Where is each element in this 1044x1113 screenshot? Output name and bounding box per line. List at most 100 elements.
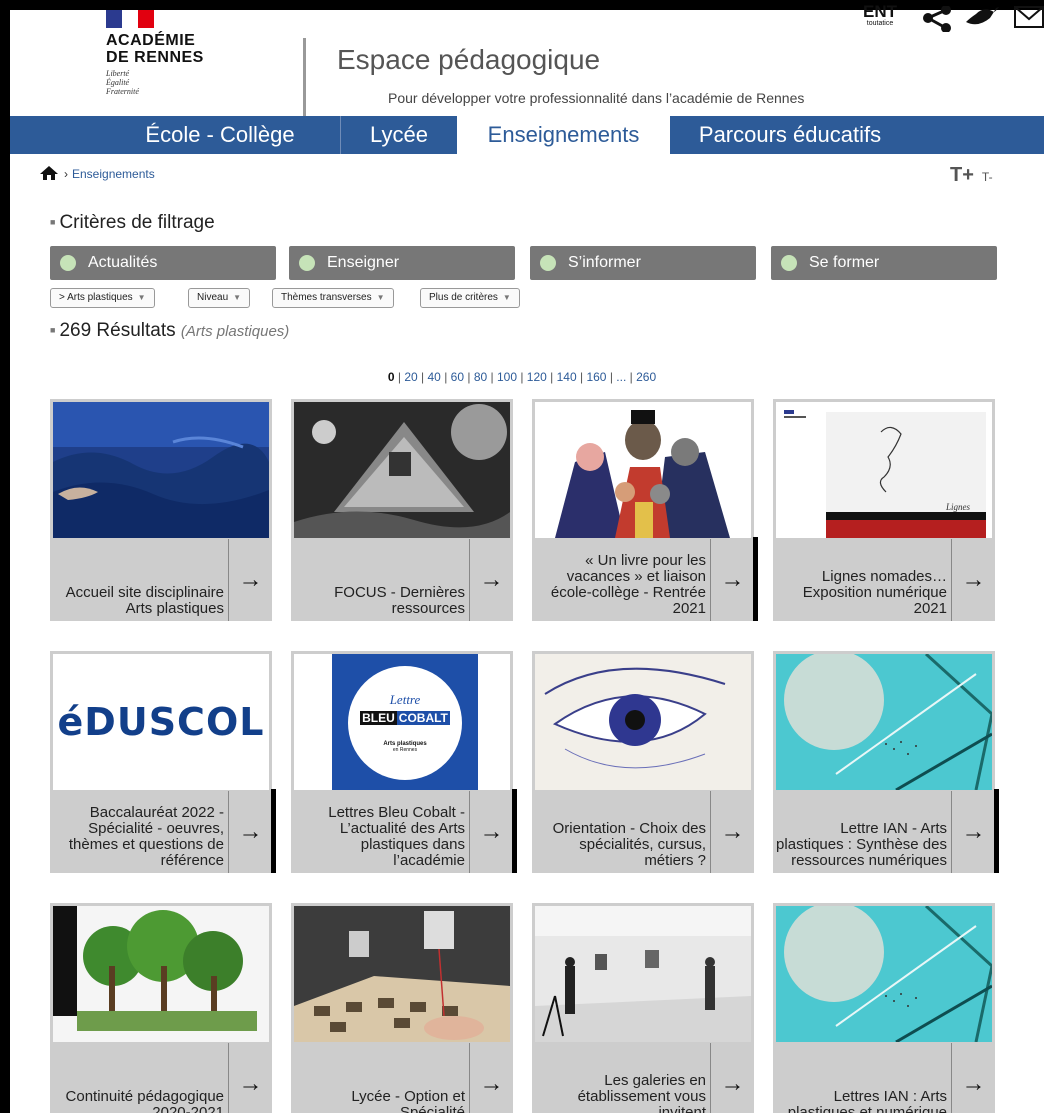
card-title: Lettres IAN : Arts plastiques et numériq… [787, 1088, 947, 1113]
nav-item-parcours-educatifs[interactable]: Parcours éducatifs [670, 116, 910, 154]
result-card[interactable]: Continuité pédagogique 2020-2021 → [50, 903, 272, 1113]
result-card[interactable]: Lettre IAN - Arts plastiques : Synthèse … [773, 651, 999, 873]
site-header: ACADÉMIE DE RENNES Liberté Égalité Frate… [10, 3, 1044, 116]
page-link[interactable]: 100 [497, 370, 517, 384]
card-title: Lycée - Option et Spécialité [351, 1088, 465, 1113]
card-title: Baccalauréat 2022 - Spécialité - oeuvres… [68, 804, 224, 869]
card-title: « Un livre pour les vacances » et liaiso… [550, 552, 706, 617]
page-ellipsis: ... [616, 370, 627, 384]
results-filter-tag: (Arts plastiques) [180, 323, 290, 340]
nav-item-enseignements[interactable]: Enseignements [457, 116, 670, 154]
nav-item-lycee[interactable]: Lycée [341, 116, 457, 154]
card-thumbnail: Lettre BLEU COBALT Arts plastiques en Ren… [294, 654, 510, 790]
arrow-right-icon[interactable]: → [228, 1043, 272, 1113]
page-link[interactable]: 40 [428, 370, 441, 384]
radio-dot-icon [60, 255, 76, 271]
arrow-right-icon[interactable]: → [951, 539, 995, 621]
nav-item-ecole-college[interactable]: École - Collège [100, 116, 340, 154]
results-heading: ■ 269 Résultats (Arts plastiques) [50, 320, 289, 342]
dropdown-caret-icon: ▼ [502, 293, 511, 302]
bleu-cobalt-logo: Lettre BLEU COBALT Arts plastiques en Ren… [348, 666, 462, 780]
card-thumbnail [535, 906, 751, 1042]
card-accent-bar [512, 789, 517, 873]
home-icon[interactable] [40, 166, 58, 181]
radio-dot-icon [781, 255, 797, 271]
arrow-right-icon[interactable]: → [469, 1043, 513, 1113]
criteria-themes-select[interactable]: Thèmes transverses ▼ [272, 288, 394, 308]
result-card[interactable]: Lettre BLEU COBALT Arts plastiques en Ren… [291, 651, 517, 873]
card-accent-bar [753, 537, 758, 621]
twitter-icon[interactable] [964, 6, 1000, 32]
result-card[interactable]: Lignes Lignes nomades… Exposition numéri… [773, 399, 995, 621]
card-thumbnail [294, 402, 510, 538]
criteria-more-select[interactable]: Plus de critères ▼ [420, 288, 520, 308]
share-icon[interactable] [922, 5, 952, 36]
page-link[interactable]: 20 [404, 370, 417, 384]
increase-text-size-button[interactable]: T+ [950, 164, 974, 186]
radio-dot-icon [540, 255, 556, 271]
result-card[interactable]: Lettres IAN : Arts plastiques et numériq… [773, 903, 995, 1113]
republic-motto: Liberté Égalité Fraternité [106, 69, 139, 96]
filter-se-former-button[interactable]: Se former [771, 246, 997, 280]
card-title: FOCUS - Dernières ressources [334, 584, 465, 617]
ent-label: ENT [863, 2, 897, 21]
arrow-right-icon[interactable]: → [951, 791, 995, 873]
card-title: Continuité pédagogique 2020-2021 [65, 1088, 224, 1113]
result-card[interactable]: FOCUS - Dernières ressources → [291, 399, 513, 621]
card-thumbnail [535, 402, 751, 538]
card-thumbnail: éDUSCOL [53, 654, 269, 790]
card-title: Les galeries en établissement vous invit… [577, 1072, 706, 1113]
page-link[interactable]: 140 [557, 370, 577, 384]
card-title: Accueil site disciplinaire Arts plastiqu… [65, 584, 224, 617]
filters-heading: ■ Critères de filtrage [50, 212, 215, 233]
page-link[interactable]: 60 [451, 370, 464, 384]
header-divider [303, 38, 306, 116]
site-subtitle: Pour développer votre professionnalité d… [388, 90, 805, 106]
decrease-text-size-button[interactable]: T- [982, 170, 993, 184]
academy-logo[interactable]: ACADÉMIE DE RENNES Liberté Égalité Frate… [106, 10, 256, 96]
page-link[interactable]: 80 [474, 370, 487, 384]
mail-icon[interactable] [1014, 6, 1044, 32]
arrow-right-icon[interactable]: → [228, 539, 272, 621]
result-card[interactable]: « Un livre pour les vacances » et liaiso… [532, 399, 758, 621]
card-accent-bar [271, 789, 276, 873]
dropdown-caret-icon: ▼ [137, 293, 146, 302]
filter-actualites-button[interactable]: Actualités [50, 246, 276, 280]
card-thumbnail [535, 654, 751, 790]
arrow-right-icon[interactable]: → [710, 1043, 754, 1113]
card-thumbnail [776, 906, 992, 1042]
arrow-right-icon[interactable]: → [951, 1043, 995, 1113]
arrow-right-icon[interactable]: → [228, 791, 272, 873]
criteria-discipline-select[interactable]: > Arts plastiques ▼ [50, 288, 155, 308]
dropdown-caret-icon: ▼ [376, 293, 385, 302]
card-thumbnail [53, 402, 269, 538]
square-bullet-icon: ■ [50, 325, 56, 335]
arrow-right-icon[interactable]: → [469, 791, 513, 873]
breadcrumb-chevron-icon: › [64, 166, 68, 181]
result-card[interactable]: Orientation - Choix des spécialités, cur… [532, 651, 754, 873]
ent-sublabel: toutatice [866, 20, 894, 27]
ent-link[interactable]: ENT toutatice [858, 2, 902, 27]
academy-name: ACADÉMIE DE RENNES [106, 32, 204, 66]
site-title[interactable]: Espace pédagogique [337, 44, 600, 76]
card-title: Orientation - Choix des spécialités, cur… [552, 820, 706, 869]
result-card[interactable]: Accueil site disciplinaire Arts plastiqu… [50, 399, 272, 621]
page-link[interactable]: 160 [586, 370, 606, 384]
page-link[interactable]: 120 [527, 370, 547, 384]
arrow-right-icon[interactable]: → [710, 791, 754, 873]
eduscol-logo: éDUSCOL [57, 700, 265, 744]
result-card[interactable]: éDUSCOL Baccalauréat 2022 - Spécialité -… [50, 651, 276, 873]
results-count: 269 Résultats [59, 320, 176, 341]
filter-sinformer-button[interactable]: S’informer [530, 246, 756, 280]
card-thumbnail: Lignes [776, 402, 992, 538]
breadcrumb-current[interactable]: Enseignements [72, 167, 155, 181]
card-title: Lettre IAN - Arts plastiques : Synthèse … [776, 820, 947, 869]
filter-enseigner-button[interactable]: Enseigner [289, 246, 515, 280]
page-link[interactable]: 260 [636, 370, 656, 384]
result-card[interactable]: Les galeries en établissement vous invit… [532, 903, 754, 1113]
arrow-right-icon[interactable]: → [710, 539, 754, 621]
criteria-niveau-select[interactable]: Niveau ▼ [188, 288, 251, 308]
arrow-right-icon[interactable]: → [469, 539, 513, 621]
page-link-current[interactable]: 0 [388, 370, 395, 384]
result-card[interactable]: Lycée - Option et Spécialité → [291, 903, 513, 1113]
